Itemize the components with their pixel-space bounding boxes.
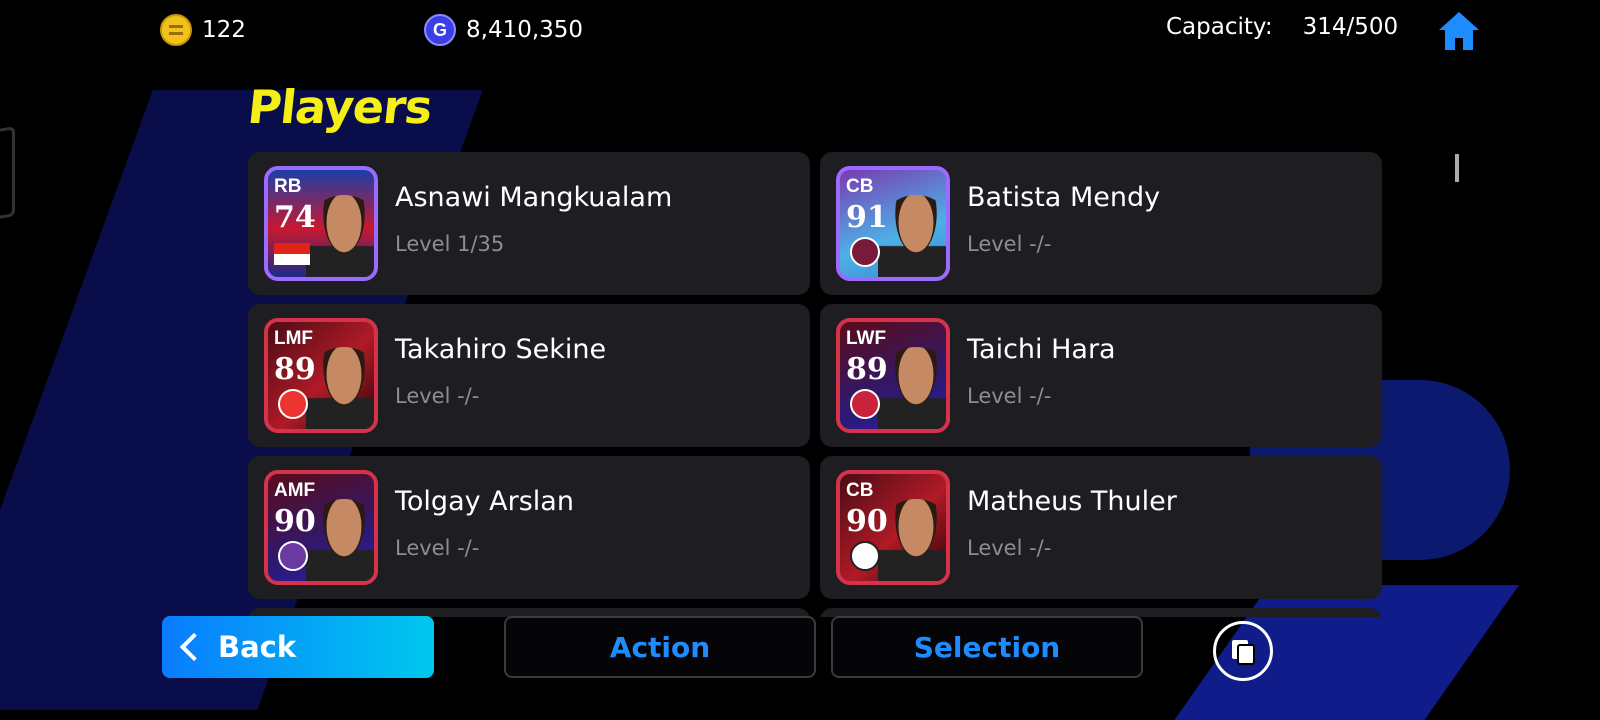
player-portrait <box>306 347 374 429</box>
player-name: Asnawi Mangkualam <box>395 182 673 213</box>
player-row[interactable]: CB 91 Batista Mendy Level -/- <box>820 152 1382 295</box>
player-portrait <box>878 499 946 581</box>
player-position: CB <box>846 176 874 197</box>
player-row[interactable]: AMF 90 Tolgay Arslan Level -/- <box>248 456 810 599</box>
player-portrait <box>306 195 374 277</box>
scrollbar[interactable] <box>1455 154 1459 182</box>
club-badge-icon <box>278 389 308 419</box>
player-name: Tolgay Arslan <box>395 486 574 517</box>
player-row[interactable]: LMF 89 Takahiro Sekine Level -/- <box>248 304 810 447</box>
player-row[interactable]: CB 90 Matheus Thuler Level -/- <box>820 456 1382 599</box>
player-portrait <box>878 347 946 429</box>
top-bar: 122 G 8,410,350 Capacity: 314/500 <box>0 0 1600 56</box>
player-position: RB <box>274 176 302 197</box>
player-level: Level 1/35 <box>395 232 505 256</box>
player-level: Level -/- <box>967 232 1052 256</box>
player-position: LWF <box>846 328 887 349</box>
copy-icon[interactable] <box>1213 621 1273 681</box>
capacity-label: Capacity: <box>1166 14 1273 40</box>
player-card-image: LWF 89 <box>836 318 950 433</box>
club-badge-icon <box>850 237 880 267</box>
club-badge-icon <box>278 541 308 571</box>
gp-amount: 8,410,350 <box>466 17 584 43</box>
player-card-image: CB 90 <box>836 470 950 585</box>
player-name: Batista Mendy <box>967 182 1161 213</box>
coin-balance: 122 <box>160 14 246 46</box>
coin-icon <box>160 14 192 46</box>
bottom-bar: Back Action Selection <box>0 612 1600 692</box>
chevron-left-icon <box>179 632 209 662</box>
player-list: RB 74 Asnawi Mangkualam Level 1/35 CB 91… <box>248 152 1402 617</box>
player-name: Matheus Thuler <box>967 486 1177 517</box>
player-row[interactable]: RB 74 Asnawi Mangkualam Level 1/35 <box>248 152 810 295</box>
player-name: Taichi Hara <box>967 334 1116 365</box>
flag-icon <box>274 243 310 265</box>
background-edge-shape <box>0 126 15 224</box>
coin-amount: 122 <box>202 17 246 43</box>
capacity: Capacity: 314/500 <box>1166 14 1398 40</box>
player-level: Level -/- <box>967 536 1052 560</box>
action-button[interactable]: Action <box>504 616 816 678</box>
player-card-image: CB 91 <box>836 166 950 281</box>
gp-balance: G 8,410,350 <box>424 14 583 46</box>
club-badge-icon <box>850 541 880 571</box>
player-card-image: LMF 89 <box>264 318 378 433</box>
player-level: Level -/- <box>395 384 480 408</box>
player-card-image: RB 74 <box>264 166 378 281</box>
home-icon[interactable] <box>1437 10 1481 52</box>
player-level: Level -/- <box>395 536 480 560</box>
club-badge-icon <box>850 389 880 419</box>
player-portrait <box>878 195 946 277</box>
player-row[interactable]: LWF 89 Taichi Hara Level -/- <box>820 304 1382 447</box>
page-title: Players <box>245 80 435 134</box>
player-card-image: AMF 90 <box>264 470 378 585</box>
player-position: AMF <box>274 480 316 501</box>
gp-icon: G <box>424 14 456 46</box>
capacity-value: 314/500 <box>1302 14 1399 40</box>
player-position: CB <box>846 480 874 501</box>
player-name: Takahiro Sekine <box>395 334 607 365</box>
player-portrait <box>306 499 374 581</box>
player-level: Level -/- <box>967 384 1052 408</box>
player-position: LMF <box>274 328 314 349</box>
back-button-label: Back <box>218 630 297 664</box>
back-button[interactable]: Back <box>162 616 434 678</box>
selection-button[interactable]: Selection <box>831 616 1143 678</box>
